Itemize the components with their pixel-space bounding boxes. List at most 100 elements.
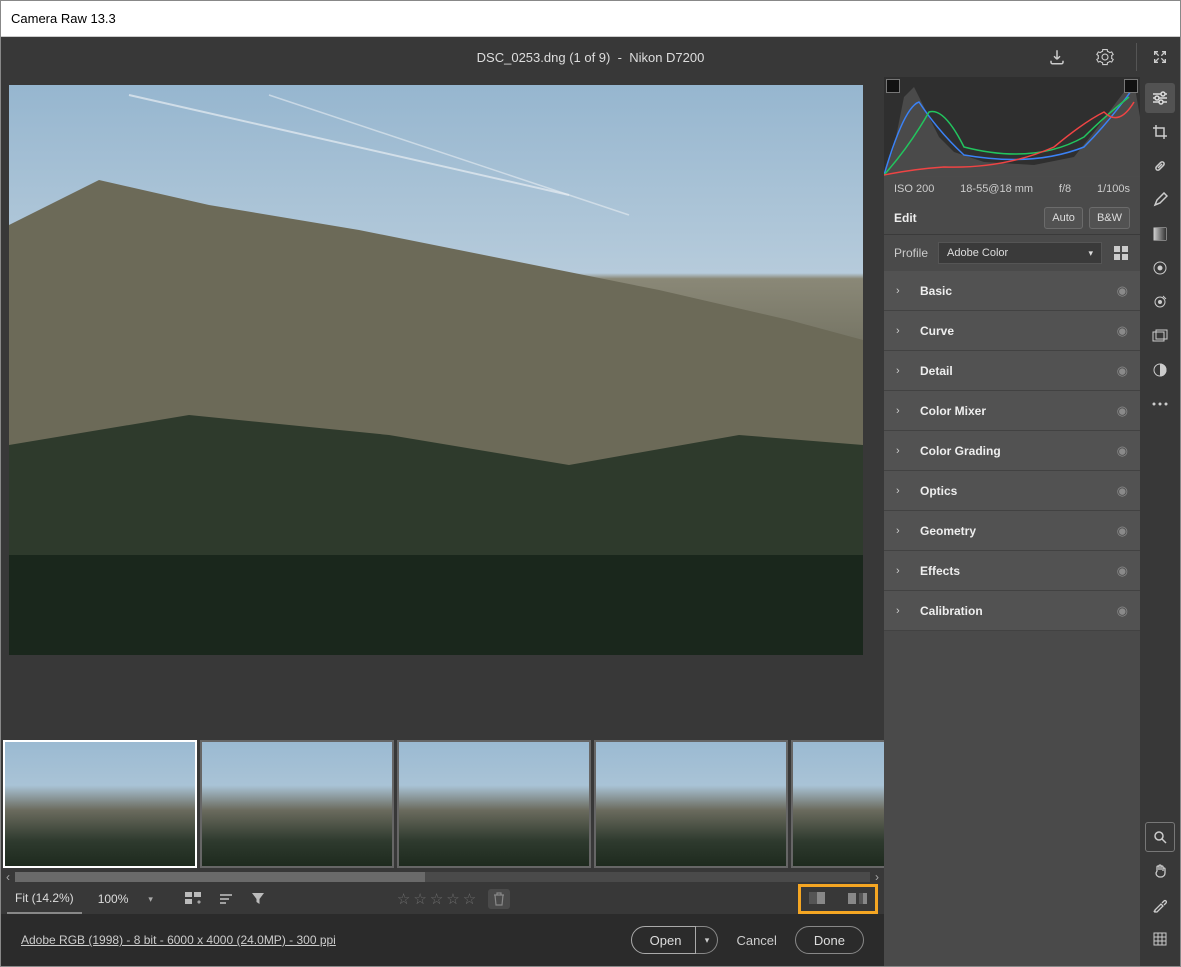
panel-color-mixer[interactable]: ›Color Mixer◉ [884,391,1140,431]
sort-icon[interactable] [213,889,239,909]
panel-curve[interactable]: ›Curve◉ [884,311,1140,351]
star-icon[interactable]: ☆ [430,890,443,908]
histogram[interactable] [884,77,1140,177]
preferences-gear-icon[interactable] [1088,43,1122,71]
save-image-icon[interactable] [1040,43,1074,71]
panel-geometry[interactable]: ›Geometry◉ [884,511,1140,551]
visibility-icon[interactable]: ◉ [1117,443,1128,459]
zoom-fit[interactable]: Fit (14.2%) [7,884,82,914]
highlight-clip-icon[interactable] [1124,79,1138,93]
panel-optics[interactable]: ›Optics◉ [884,471,1140,511]
hand-tool-icon[interactable] [1145,856,1175,886]
chevron-right-icon: › [896,365,910,377]
exif-row: ISO 200 18-55@18 mm f/8 1/100s [884,177,1140,201]
shadow-clip-icon[interactable] [886,79,900,93]
preview-image[interactable] [9,85,863,655]
cancel-button[interactable]: Cancel [736,933,776,948]
scroll-right-icon[interactable]: › [870,870,884,884]
visibility-icon[interactable]: ◉ [1117,363,1128,379]
chevron-right-icon: › [896,485,910,497]
more-tools-icon[interactable] [1145,389,1175,419]
open-button[interactable]: Open [631,926,697,954]
bottom-actions: Open ▾ Cancel Done [631,926,864,954]
compare-view-buttons [798,884,878,914]
profile-row: Profile Adobe Color ▾ [884,235,1140,271]
chevron-right-icon: › [896,565,910,577]
zoom-dropdown-icon[interactable]: ▾ [148,894,153,905]
thumbnail[interactable] [791,740,884,868]
delete-icon[interactable] [488,889,510,909]
brush-tool-icon[interactable] [1145,185,1175,215]
done-button[interactable]: Done [795,926,864,954]
chevron-right-icon: › [896,325,910,337]
visibility-icon[interactable]: ◉ [1117,523,1128,539]
profile-select[interactable]: Adobe Color ▾ [938,242,1102,264]
crop-tool-icon[interactable] [1145,117,1175,147]
visibility-icon[interactable]: ◉ [1117,483,1128,499]
exif-aperture: f/8 [1059,183,1071,195]
edit-header: Edit Auto B&W [884,201,1140,235]
thumbnail[interactable] [200,740,394,868]
visibility-icon[interactable]: ◉ [1117,283,1128,299]
panel-color-grading[interactable]: ›Color Grading◉ [884,431,1140,471]
visibility-icon[interactable]: ◉ [1117,603,1128,619]
panel-detail[interactable]: ›Detail◉ [884,351,1140,391]
linear-gradient-tool-icon[interactable] [1145,219,1175,249]
app-window: Camera Raw 13.3 DSC_0253.dng (1 of 9) - … [0,0,1181,967]
auto-button[interactable]: Auto [1044,207,1083,229]
star-icon[interactable]: ☆ [413,890,426,908]
before-after-toggle-icon[interactable] [807,890,829,908]
color-sampler-tool-icon[interactable] [1145,890,1175,920]
exif-lens: 18-55@18 mm [960,183,1033,195]
visibility-icon[interactable]: ◉ [1117,403,1128,419]
radial-gradient-tool-icon[interactable] [1145,253,1175,283]
panel-effects[interactable]: ›Effects◉ [884,551,1140,591]
star-icon[interactable]: ☆ [446,890,459,908]
header-actions [1040,43,1170,71]
panel-calibration[interactable]: ›Calibration◉ [884,591,1140,631]
camera-model: Nikon D7200 [629,50,704,65]
chevron-right-icon: › [896,405,910,417]
visibility-icon[interactable]: ◉ [1117,563,1128,579]
exif-iso: ISO 200 [894,183,934,195]
panel-accordion: ›Basic◉ ›Curve◉ ›Detail◉ ›Color Mixer◉ ›… [884,271,1140,631]
zoom-tool-icon[interactable] [1145,822,1175,852]
bw-button[interactable]: B&W [1089,207,1130,229]
zoom-100[interactable]: 100% [88,892,139,906]
view-toolbar: Fit (14.2%) 100% ▾ ☆ ☆ [1,884,884,914]
file-header-title: DSC_0253.dng (1 of 9) - Nikon D7200 [477,50,705,65]
grid-overlay-icon[interactable] [1145,924,1175,954]
edit-tool-icon[interactable] [1145,83,1175,113]
output-settings-link[interactable]: Adobe RGB (1998) - 8 bit - 6000 x 4000 (… [21,933,336,947]
healing-tool-icon[interactable] [1145,151,1175,181]
thumbnail[interactable] [3,740,197,868]
filmstrip-scrollbar[interactable]: ‹ › [1,870,884,884]
filter-icon[interactable] [245,889,271,909]
color-grading-tool-icon[interactable] [1145,355,1175,385]
fullscreen-icon[interactable] [1136,43,1170,71]
header-sep: - [618,50,622,65]
snapshots-tool-icon[interactable] [1145,321,1175,351]
rating-stars[interactable]: ☆ ☆ ☆ ☆ ☆ [397,890,476,908]
bottom-bar: Adobe RGB (1998) - 8 bit - 6000 x 4000 (… [1,914,884,966]
open-dropdown-icon[interactable]: ▾ [696,926,718,954]
before-after-split-icon[interactable] [847,890,869,908]
window-titlebar: Camera Raw 13.3 [1,1,1180,37]
chevron-down-icon: ▾ [1088,248,1093,259]
star-icon[interactable]: ☆ [463,890,476,908]
visibility-icon[interactable]: ◉ [1117,323,1128,339]
scroll-handle[interactable] [15,872,425,882]
thumbnail[interactable] [397,740,591,868]
chevron-right-icon: › [896,445,910,457]
grid-view-icon[interactable] [181,889,207,909]
redeye-tool-icon[interactable] [1145,287,1175,317]
scroll-left-icon[interactable]: ‹ [1,870,15,884]
edit-label: Edit [894,211,1038,225]
star-icon[interactable]: ☆ [397,890,410,908]
thumbnail[interactable] [594,740,788,868]
preview-area [1,77,884,736]
profile-browser-icon[interactable] [1112,244,1130,262]
filename: DSC_0253.dng [477,50,566,65]
panel-basic[interactable]: ›Basic◉ [884,271,1140,311]
scroll-track[interactable] [15,872,870,882]
